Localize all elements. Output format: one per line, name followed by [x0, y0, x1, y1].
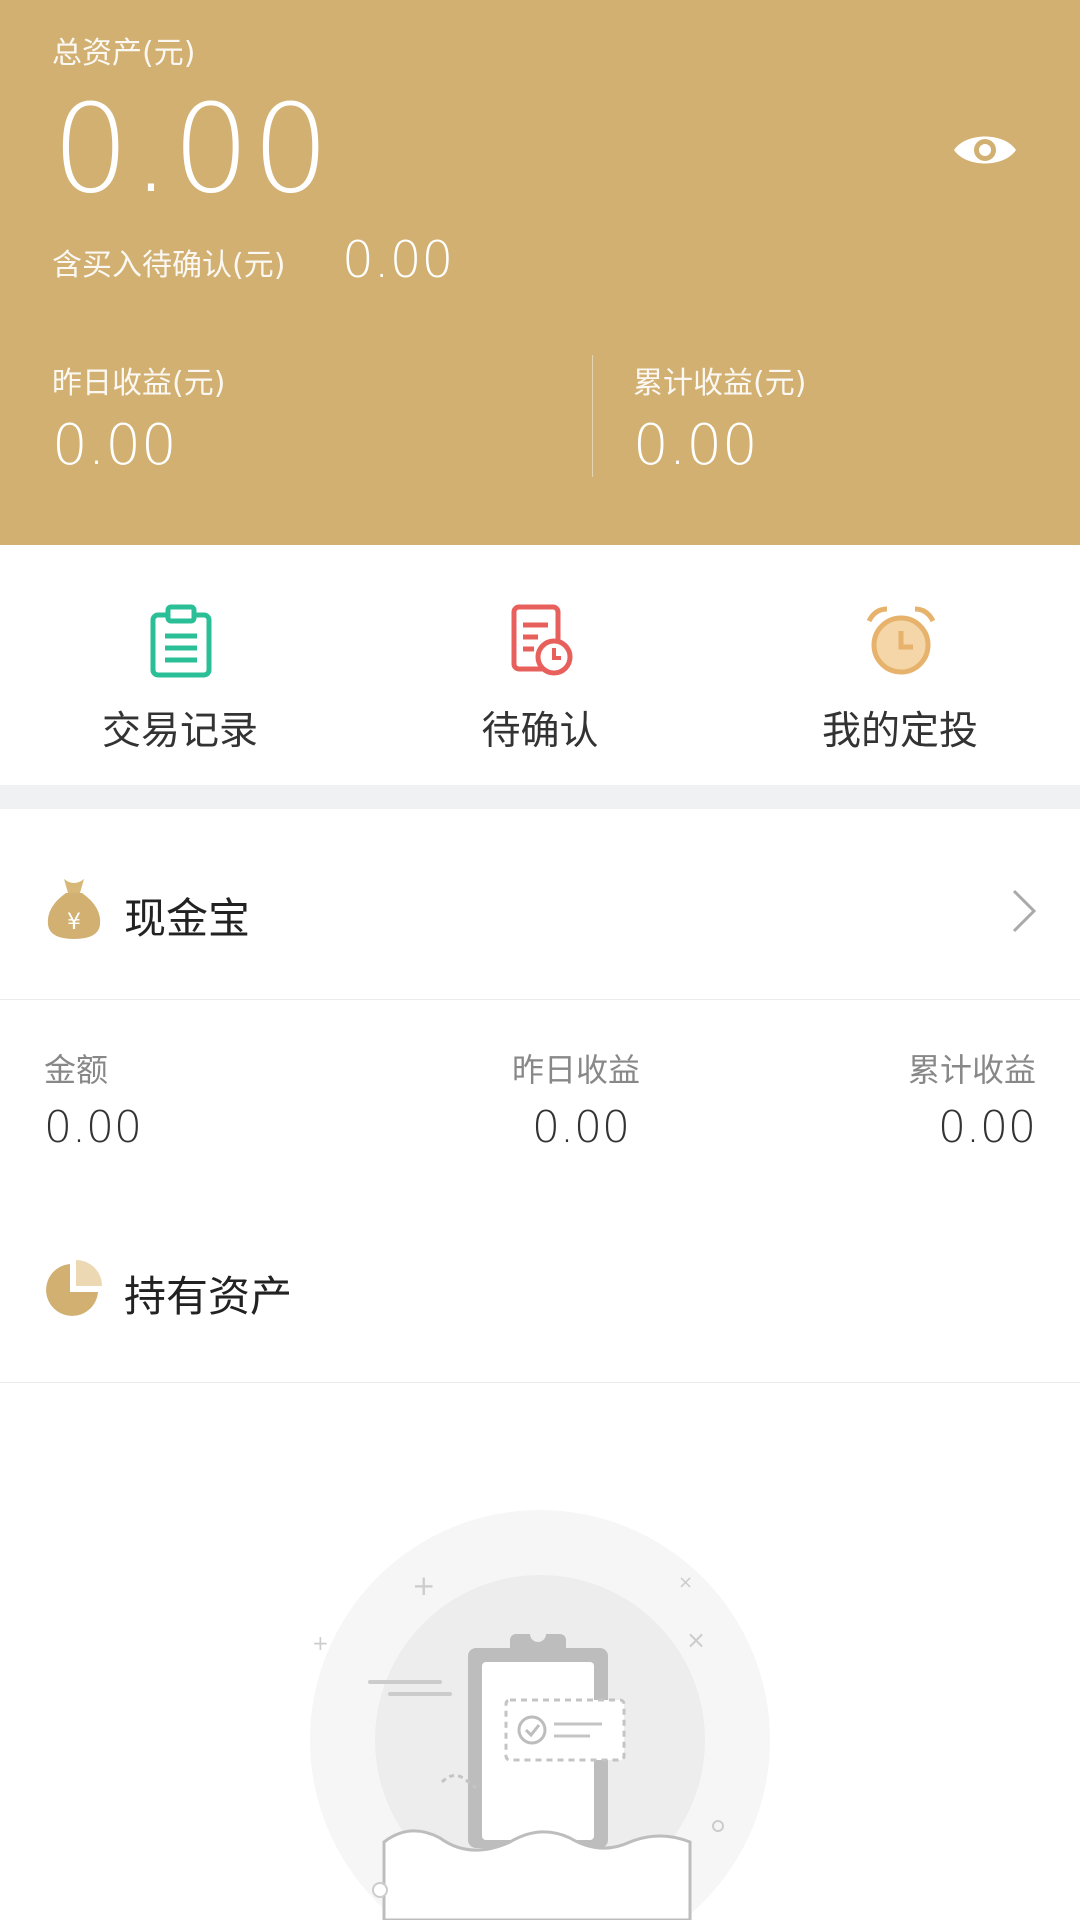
svg-text:+: + — [412, 1569, 435, 1602]
divider — [0, 999, 1080, 1000]
cash-yesterday-label: 昨日收益 — [512, 1051, 641, 1089]
asset-summary-header: 总资产(元) 0.00 含买入待确认(元) 0.00 昨日收益(元) 0.00 … — [0, 0, 1080, 545]
header-divider — [592, 355, 593, 477]
alarm-clock-icon — [866, 606, 936, 675]
pending-label: 含买入待确认(元) — [52, 248, 286, 283]
document-clock-icon — [511, 604, 573, 676]
transaction-records-label: 交易记录 — [101, 709, 258, 754]
svg-text:×: × — [678, 1572, 693, 1593]
amount-label: 金额 — [44, 1051, 109, 1089]
yesterday-earnings-value: 0.00 — [52, 413, 177, 478]
svg-text:¥: ¥ — [67, 910, 81, 935]
section-gap — [0, 785, 1080, 809]
cash-treasure-row[interactable]: ¥ 现金宝 — [0, 809, 1080, 999]
chevron-right-icon — [1012, 889, 1037, 933]
cash-cumulative-label: 累计收益 — [907, 1051, 1036, 1089]
cash-cumulative-value: 0.00 — [938, 1102, 1036, 1153]
cash-yesterday-value: 0.00 — [532, 1102, 630, 1153]
money-bag-icon: ¥ — [47, 879, 101, 939]
total-assets-label: 总资产(元) — [52, 36, 196, 71]
cash-treasure-title: 现金宝 — [124, 894, 251, 943]
pending-confirm-button[interactable]: 待确认 — [360, 545, 720, 785]
pie-chart-icon — [46, 1260, 102, 1316]
cumulative-earnings-value: 0.00 — [633, 413, 758, 478]
svg-text:×: × — [686, 1626, 706, 1654]
my-auto-invest-button[interactable]: 我的定投 — [720, 545, 1080, 785]
transaction-records-button[interactable]: 交易记录 — [0, 545, 360, 785]
holdings-title: 持有资产 — [124, 1272, 293, 1321]
cumulative-earnings-label: 累计收益(元) — [633, 366, 807, 401]
clipboard-icon — [150, 604, 212, 678]
my-auto-invest-label: 我的定投 — [821, 709, 978, 754]
divider — [0, 1382, 1080, 1383]
quick-actions: 交易记录 待确认 我的定投 — [0, 545, 1080, 785]
svg-text:+: + — [312, 1631, 329, 1655]
pending-confirm-label: 待确认 — [481, 709, 599, 754]
total-assets-value: 0.00 — [52, 78, 332, 220]
empty-state-illustration: + + × × — [310, 1510, 770, 1920]
amount-value: 0.00 — [44, 1102, 142, 1153]
eye-icon[interactable] — [952, 128, 1018, 172]
pending-value: 0.00 — [342, 231, 454, 289]
yesterday-earnings-label: 昨日收益(元) — [52, 366, 226, 401]
